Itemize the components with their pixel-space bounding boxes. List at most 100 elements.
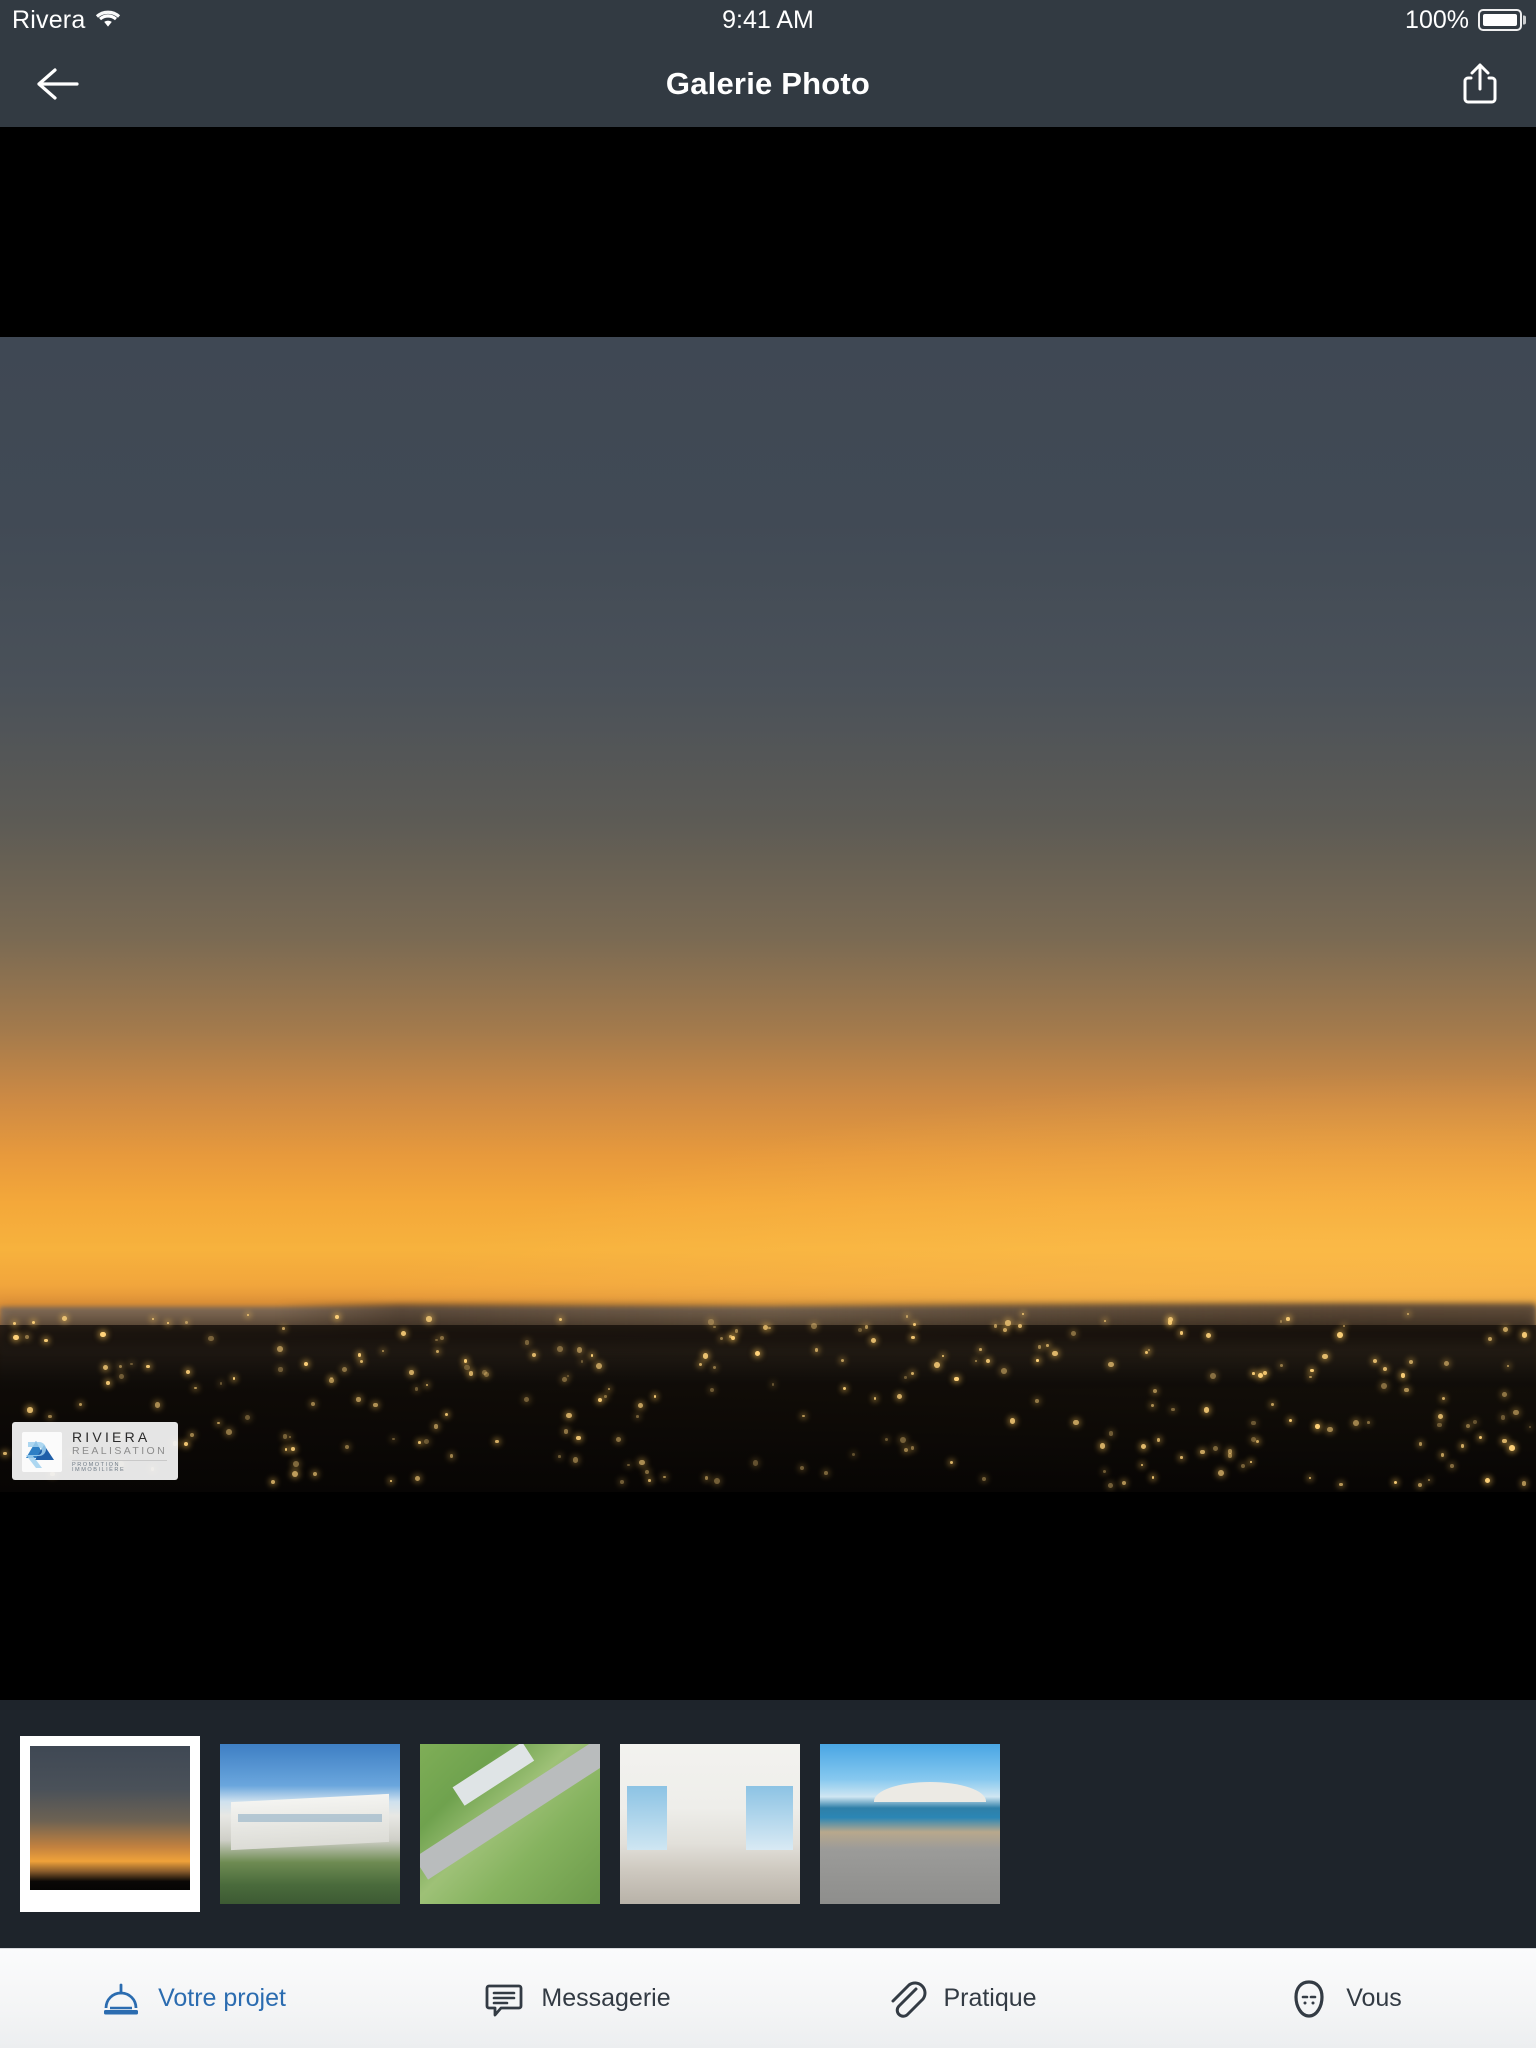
thumbnail-residence-exterior[interactable] bbox=[220, 1744, 400, 1904]
share-button[interactable] bbox=[1454, 56, 1506, 112]
city-light bbox=[357, 1353, 362, 1357]
city-light bbox=[576, 1347, 583, 1353]
city-light bbox=[389, 1479, 392, 1483]
city-light bbox=[596, 1363, 603, 1370]
city-light bbox=[981, 1477, 986, 1482]
city-light bbox=[713, 1325, 716, 1329]
city-light bbox=[1528, 1425, 1532, 1429]
city-light bbox=[865, 1325, 869, 1329]
city-light bbox=[768, 1326, 771, 1330]
city-light bbox=[1071, 1331, 1077, 1337]
thumbnail-aerial-site-plan[interactable] bbox=[420, 1744, 600, 1904]
city-light bbox=[1001, 1368, 1007, 1375]
city-light bbox=[208, 1335, 214, 1341]
city-light bbox=[1441, 1396, 1445, 1400]
city-light bbox=[857, 1327, 862, 1332]
city-light bbox=[3, 1452, 7, 1456]
tab-votre-projet[interactable]: Votre projet bbox=[0, 1949, 384, 2048]
city-light bbox=[708, 1319, 714, 1325]
city-light bbox=[840, 1359, 845, 1363]
city-light bbox=[356, 1397, 361, 1402]
city-light bbox=[435, 1338, 438, 1342]
city-light bbox=[1103, 1319, 1106, 1322]
city-light bbox=[194, 1386, 197, 1390]
city-light bbox=[562, 1376, 568, 1382]
city-light bbox=[974, 1359, 978, 1363]
city-light bbox=[244, 1414, 250, 1420]
city-light bbox=[184, 1441, 189, 1446]
city-light bbox=[1203, 1407, 1210, 1414]
city-light bbox=[166, 1321, 169, 1324]
city-light bbox=[1035, 1399, 1040, 1404]
city-light bbox=[734, 1329, 739, 1333]
photo-viewer[interactable]: RIVIERA REALISATION PROMOTION IMMOBILIÈR… bbox=[0, 127, 1536, 1700]
city-light bbox=[313, 1471, 318, 1476]
city-light bbox=[1440, 1453, 1445, 1457]
city-light bbox=[468, 1371, 474, 1377]
city-light bbox=[61, 1315, 67, 1321]
city-light bbox=[1271, 1403, 1275, 1407]
city-light bbox=[524, 1396, 530, 1403]
watermark-text: RIVIERA REALISATION PROMOTION IMMOBILIÈR… bbox=[72, 1430, 168, 1474]
thumbnail-strip[interactable] bbox=[0, 1700, 1536, 1948]
city-light bbox=[1400, 1373, 1406, 1378]
city-light bbox=[270, 1480, 275, 1485]
city-light bbox=[1404, 1387, 1410, 1393]
thumbnail-sunset-panorama[interactable] bbox=[20, 1736, 200, 1912]
city-light bbox=[408, 1370, 414, 1375]
city-light bbox=[1487, 1337, 1492, 1342]
city-light bbox=[904, 1448, 909, 1453]
tab-pratique[interactable]: Pratique bbox=[768, 1949, 1152, 2048]
city-light bbox=[590, 1353, 594, 1357]
city-light bbox=[463, 1359, 468, 1363]
city-light bbox=[993, 1324, 998, 1328]
thumbnail-residence-exterior-image bbox=[220, 1744, 400, 1904]
city-light bbox=[1156, 1438, 1161, 1442]
city-light bbox=[105, 1381, 110, 1385]
city-light bbox=[1167, 1316, 1173, 1322]
city-light bbox=[435, 1349, 440, 1354]
city-light bbox=[1418, 1442, 1422, 1446]
city-light bbox=[342, 1366, 348, 1372]
city-light bbox=[152, 1317, 155, 1320]
city-light bbox=[1506, 1365, 1509, 1368]
city-light bbox=[558, 1318, 563, 1322]
city-light bbox=[1255, 1439, 1260, 1444]
city-light bbox=[1180, 1331, 1184, 1335]
city-light bbox=[1326, 1426, 1333, 1433]
city-light bbox=[810, 1322, 817, 1329]
city-light bbox=[185, 1320, 189, 1325]
tab-vous[interactable]: Vous bbox=[1152, 1949, 1536, 2048]
city-light bbox=[712, 1365, 716, 1370]
city-light bbox=[145, 1364, 150, 1369]
city-light bbox=[896, 1393, 902, 1399]
city-light bbox=[799, 1465, 804, 1470]
city-light bbox=[1151, 1403, 1155, 1407]
main-photo-sunset-panorama[interactable]: RIVIERA REALISATION PROMOTION IMMOBILIÈR… bbox=[0, 337, 1536, 1492]
chat-bubble-icon bbox=[481, 1976, 527, 2022]
city-light bbox=[580, 1360, 584, 1363]
clock-label: 9:41 AM bbox=[722, 5, 814, 34]
thumbnail-living-room-interior[interactable] bbox=[620, 1744, 800, 1904]
thumbnail-terrace-sea-view[interactable] bbox=[820, 1744, 1000, 1904]
city-light bbox=[627, 1463, 630, 1467]
city-light bbox=[48, 1414, 52, 1419]
city-light bbox=[392, 1437, 395, 1440]
city-light bbox=[288, 1436, 292, 1439]
city-light bbox=[1251, 1420, 1256, 1426]
city-light bbox=[1213, 1445, 1219, 1451]
city-light bbox=[1262, 1371, 1267, 1376]
tab-messagerie[interactable]: Messagerie bbox=[384, 1949, 768, 2048]
city-light bbox=[565, 1412, 572, 1419]
page-title: Galerie Photo bbox=[665, 65, 871, 101]
bottom-tab-bar[interactable]: Votre projet Messagerie Pratique Vous bbox=[0, 1948, 1536, 2048]
city-light bbox=[439, 1335, 444, 1341]
city-light bbox=[728, 1335, 732, 1339]
tab-label: Votre projet bbox=[158, 1984, 286, 2012]
city-light bbox=[1151, 1476, 1155, 1480]
city-light bbox=[949, 1460, 953, 1464]
city-light bbox=[1427, 1478, 1430, 1481]
city-light bbox=[636, 1414, 640, 1418]
city-light bbox=[185, 1369, 190, 1374]
city-light bbox=[1108, 1431, 1114, 1437]
